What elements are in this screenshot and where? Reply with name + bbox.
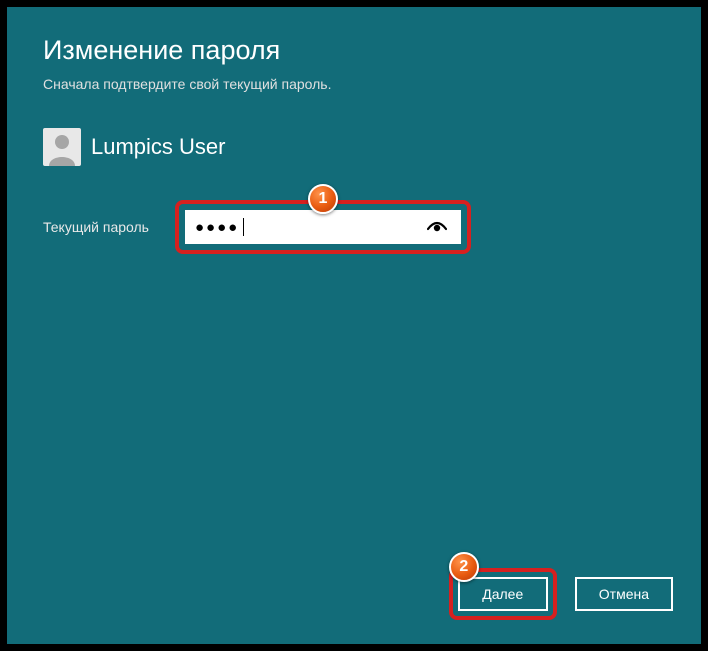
eye-icon bbox=[427, 220, 447, 234]
change-password-dialog: Изменение пароля Сначала подтвердите сво… bbox=[7, 7, 701, 644]
current-password-label: Текущий пароль bbox=[43, 219, 183, 235]
next-button[interactable]: Далее bbox=[458, 577, 548, 611]
user-row: Lumpics User bbox=[43, 128, 665, 166]
cancel-button[interactable]: Отмена bbox=[575, 577, 673, 611]
window-frame: Изменение пароля Сначала подтвердите сво… bbox=[0, 0, 708, 651]
annotation-badge-2: 2 bbox=[449, 552, 479, 582]
avatar bbox=[43, 128, 81, 166]
reveal-password-button[interactable] bbox=[425, 215, 449, 239]
annotation-highlight-2: 2 Далее bbox=[449, 568, 557, 620]
text-caret bbox=[243, 218, 244, 236]
page-subtitle: Сначала подтвердите свой текущий пароль. bbox=[43, 76, 665, 92]
annotation-highlight-1: 1 bbox=[175, 200, 471, 254]
annotation-badge-1: 1 bbox=[308, 184, 338, 214]
current-password-row: Текущий пароль 1 bbox=[43, 200, 665, 254]
page-title: Изменение пароля bbox=[43, 35, 665, 66]
username-label: Lumpics User bbox=[91, 134, 225, 160]
dialog-button-row: 2 Далее Отмена bbox=[449, 568, 673, 620]
current-password-input[interactable] bbox=[185, 210, 461, 244]
user-icon bbox=[43, 128, 81, 166]
